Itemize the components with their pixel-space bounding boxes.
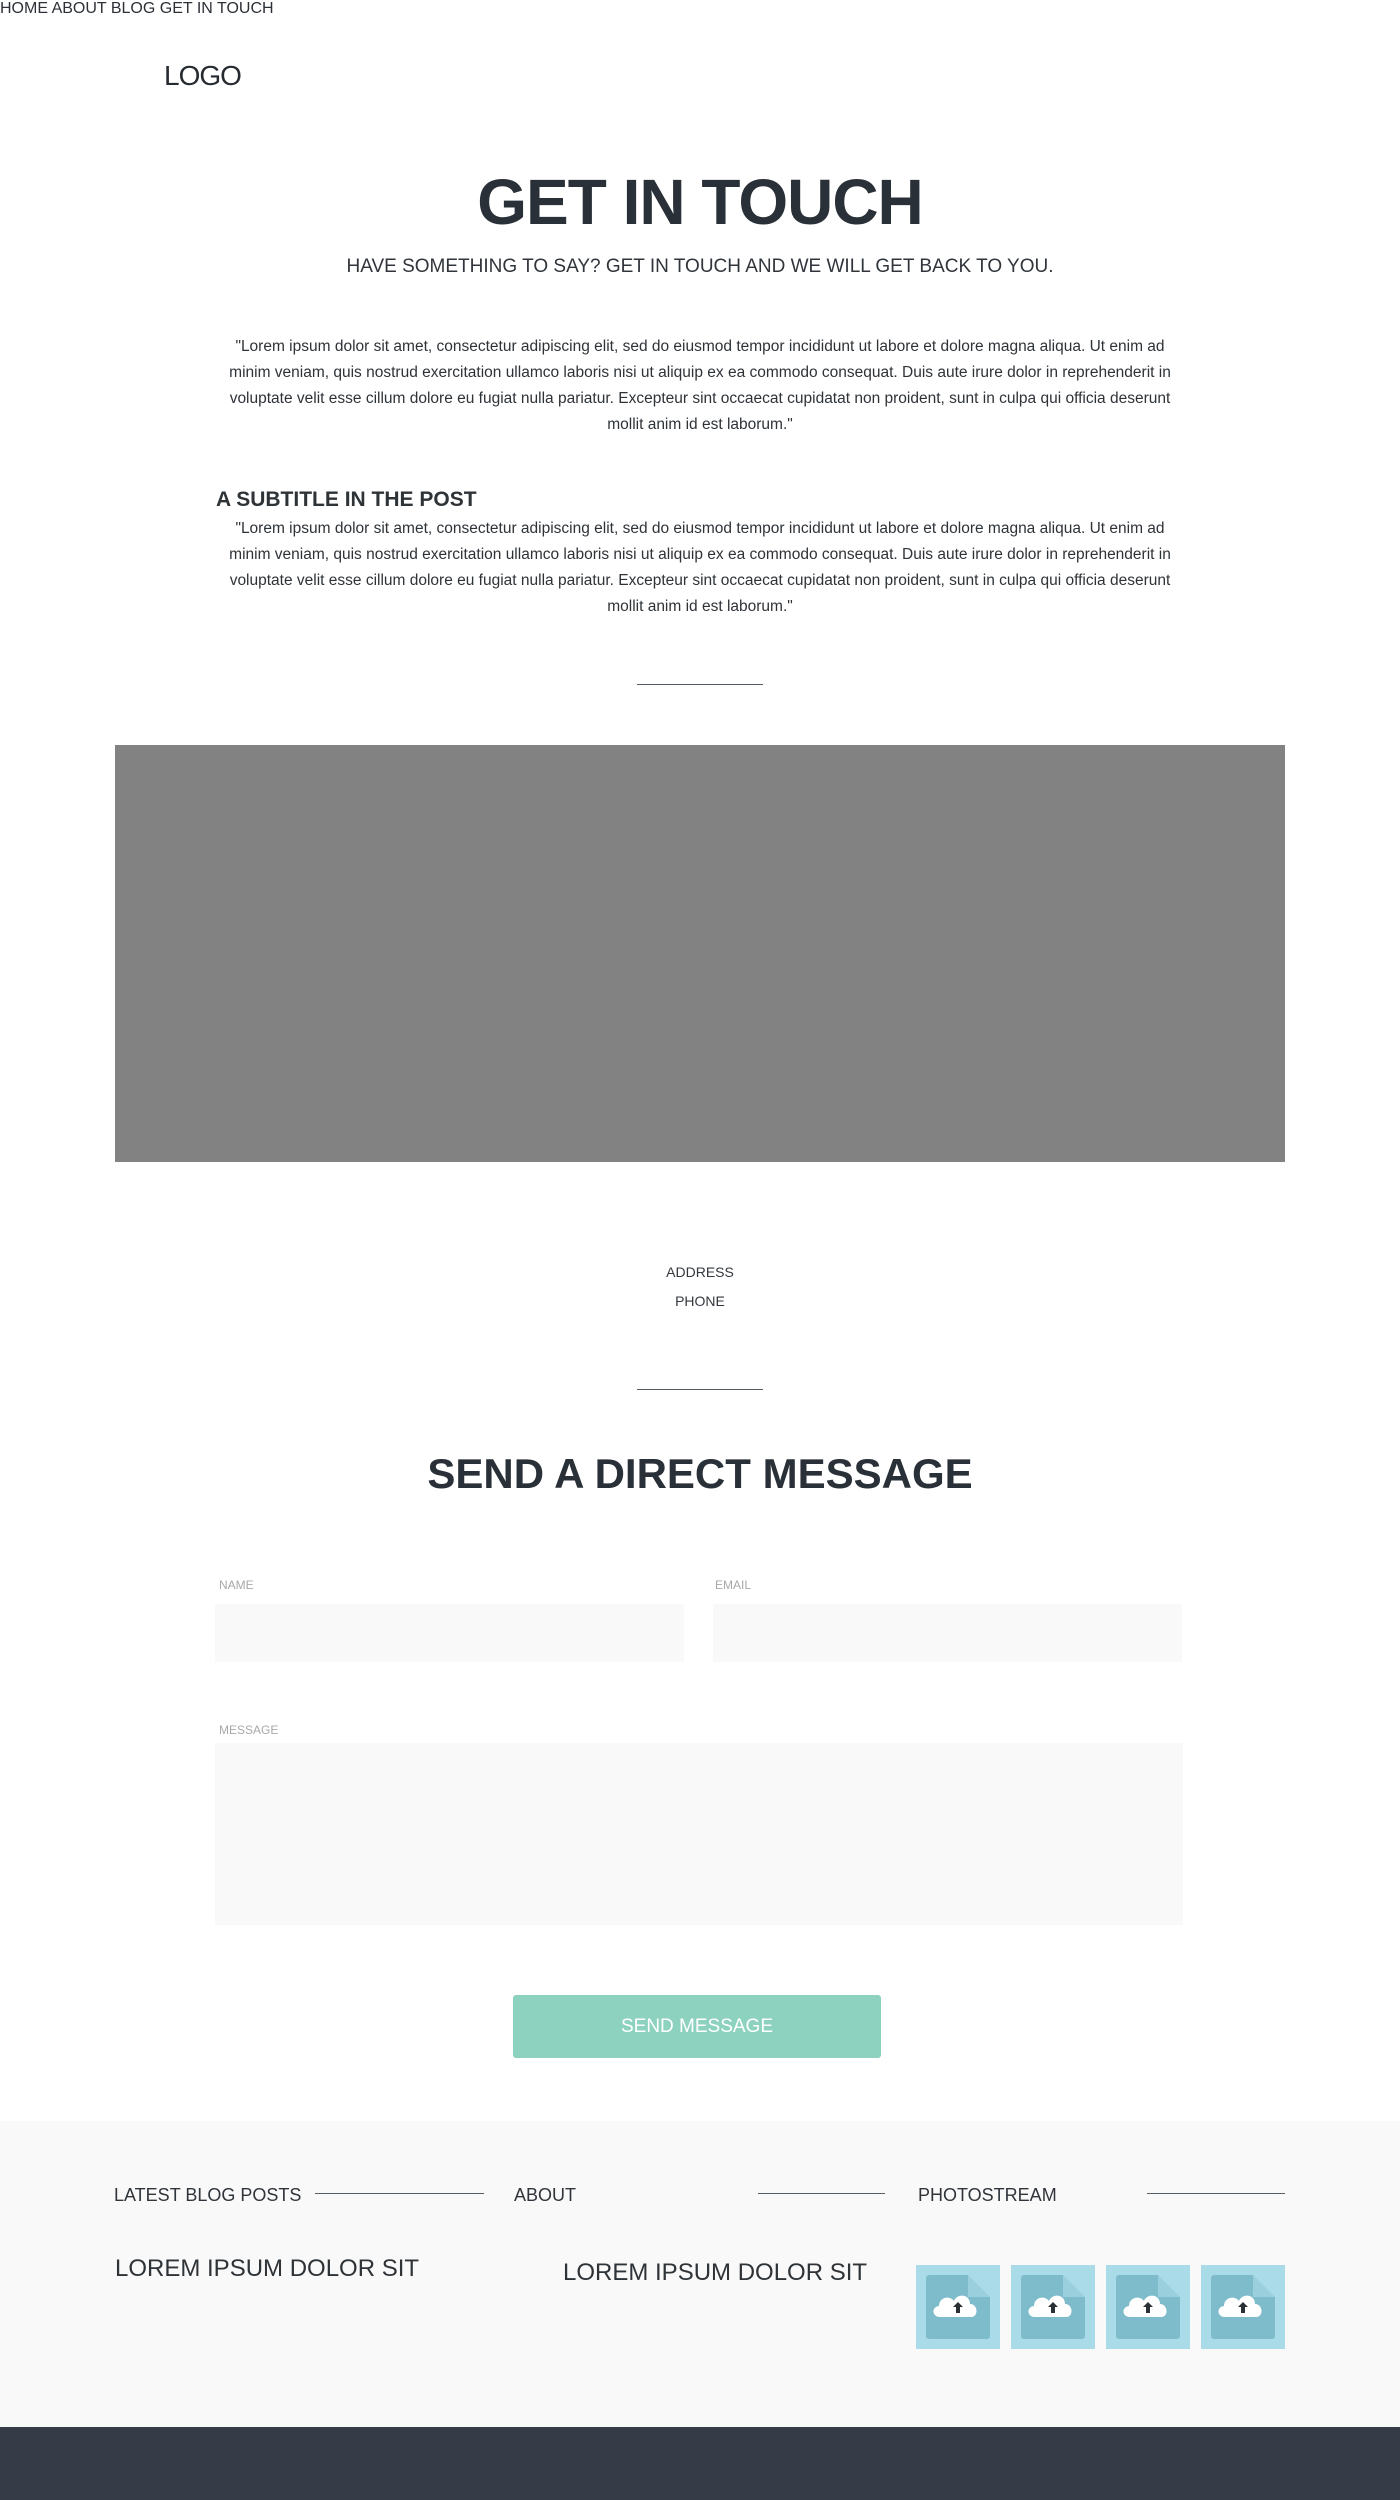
page-subtitle: HAVE SOMETHING TO SAY? GET IN TOUCH AND …: [346, 256, 1054, 277]
post-subtitle: A SUBTITLE IN THE POST: [216, 488, 477, 511]
photostream-tile[interactable]: [916, 2265, 1000, 2349]
photostream-tile[interactable]: [1201, 2265, 1285, 2349]
logo[interactable]: LOGO: [164, 60, 242, 92]
footer-heading-blog: LATEST BLOG POSTS: [114, 2185, 302, 2205]
footer-blog-post[interactable]: LOREM IPSUM DOLOR SIT: [115, 2255, 419, 2283]
message-field[interactable]: [215, 1743, 1183, 1925]
cloud-upload-icon: [933, 2295, 977, 2317]
section-divider: [637, 684, 763, 685]
phone-label: PHONE: [675, 1293, 725, 1309]
footer-heading-photostream: PHOTOSTREAM: [918, 2185, 1057, 2205]
name-field[interactable]: [215, 1604, 684, 1662]
footer-about-text: LOREM IPSUM DOLOR SIT: [563, 2259, 868, 2286]
cloud-upload-icon: [1218, 2295, 1262, 2317]
photostream-tile[interactable]: [1011, 2265, 1095, 2349]
footer-divider: [758, 2193, 885, 2194]
name-label: NAME: [219, 1578, 254, 1592]
nav-item-home[interactable]: HOME: [0, 0, 48, 17]
contact-form-title: SEND A DIRECT MESSAGE: [427, 1450, 973, 1497]
send-message-button[interactable]: SEND MESSAGE: [513, 1995, 881, 2058]
email-label: EMAIL: [715, 1578, 752, 1592]
section-divider: [637, 1389, 763, 1390]
cloud-upload-icon: [1028, 2295, 1072, 2317]
message-label: MESSAGE: [219, 1723, 279, 1737]
site-header: LOGO HOME ABOUT BLOG GET IN TOUCH: [0, 0, 1400, 91]
map-image-placeholder: [115, 745, 1285, 1162]
bottom-bar: [0, 2427, 1400, 2500]
nav-item-blog[interactable]: BLOG: [111, 0, 155, 17]
photostream-tile[interactable]: [1106, 2265, 1190, 2349]
footer-divider: [1147, 2193, 1285, 2194]
footer-divider: [315, 2193, 484, 2194]
cloud-upload-icon: [1123, 2295, 1167, 2317]
nav-item-about[interactable]: ABOUT: [52, 0, 107, 17]
main-nav: HOME ABOUT BLOG GET IN TOUCH: [0, 0, 1400, 18]
email-field[interactable]: [713, 1604, 1182, 1662]
page-title: GET IN TOUCH: [477, 166, 924, 238]
footer-heading-about: ABOUT: [514, 2185, 577, 2205]
nav-item-get-in-touch[interactable]: GET IN TOUCH: [160, 0, 274, 17]
intro-paragraph: "Lorem ipsum dolor sit amet, consectetur…: [229, 338, 1171, 433]
post-paragraph: "Lorem ipsum dolor sit amet, consectetur…: [229, 520, 1171, 615]
address-label: ADDRESS: [666, 1264, 734, 1280]
